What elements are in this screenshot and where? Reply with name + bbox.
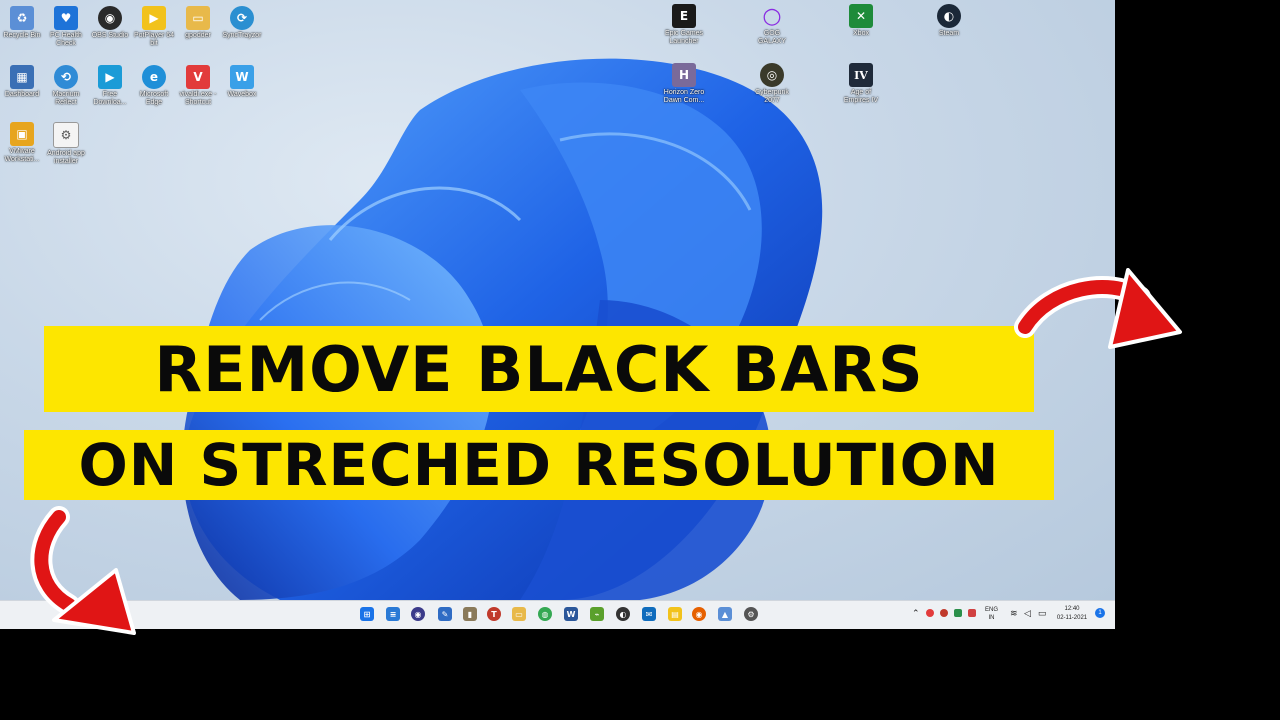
download-icon: ▶: [98, 65, 122, 89]
tray-app-icon[interactable]: [926, 609, 934, 617]
clock[interactable]: 12:40 02-11-2021: [1052, 605, 1092, 623]
desktop-icon-synctrayzor[interactable]: ⟳ SyncTrayzor: [220, 6, 264, 40]
language-indicator[interactable]: ENG IN: [985, 606, 998, 622]
steam-icon: ◐: [937, 4, 961, 28]
desktop-icon-cyberpunk[interactable]: ◎ Cyberpunk 2077: [750, 63, 794, 105]
desktop-icon-vivaldi[interactable]: V vivaldi.exe - Shortcut: [176, 65, 220, 107]
dashboard-icon: ▦: [10, 65, 34, 89]
feed-icon[interactable]: ⌁: [590, 607, 604, 621]
desktop-icon-pc-health-check[interactable]: ♥ PC Health Check: [44, 6, 88, 48]
horizon-icon: H: [672, 63, 696, 87]
desktop-icon-gog-galaxy[interactable]: ○ GOG GALAXY: [750, 4, 794, 46]
desktop-icon-gpodder[interactable]: ▭ gpodder: [176, 6, 220, 40]
file-explorer-icon[interactable]: ▭: [512, 607, 526, 621]
firefox-icon[interactable]: ◉: [692, 607, 706, 621]
desktop-icon-age-of-empires[interactable]: IV Age of Empires IV: [839, 63, 883, 105]
vivaldi-icon: V: [186, 65, 210, 89]
chrome-icon[interactable]: ◍: [538, 607, 552, 621]
tray-app-icon[interactable]: [940, 609, 948, 617]
windows-start-icon[interactable]: ⊞: [360, 607, 374, 621]
github-icon[interactable]: ◐: [616, 607, 630, 621]
cyberpunk-icon: ◎: [760, 63, 784, 87]
mail-icon[interactable]: ✉: [642, 607, 656, 621]
wifi-icon[interactable]: ≋: [1010, 608, 1018, 619]
desktop-icon-obs-studio[interactable]: ◉ OBS Studio: [88, 6, 132, 40]
tray-chevron-up-icon[interactable]: ⌃: [912, 608, 920, 619]
app-box-icon[interactable]: ▮: [463, 607, 477, 621]
sync-icon: ⟳: [230, 6, 254, 30]
notepad-icon[interactable]: ≡: [386, 607, 400, 621]
photos-icon[interactable]: ▲: [718, 607, 732, 621]
epic-games-icon: E: [672, 4, 696, 28]
desktop-icon-free-download[interactable]: ▶ Free Downloa...: [88, 65, 132, 107]
gog-icon: ○: [762, 3, 782, 29]
red-arrow-right-icon: [1014, 268, 1182, 349]
notification-badge[interactable]: 1: [1095, 608, 1105, 618]
pc-health-icon: ♥: [54, 6, 78, 30]
settings-icon[interactable]: ⚙: [744, 607, 758, 621]
pen-app-icon[interactable]: ✎: [438, 607, 452, 621]
desktop-icon-microsoft-edge[interactable]: e Microsoft Edge: [132, 65, 176, 107]
xbox-icon: ✕: [849, 4, 873, 28]
desktop-icon-android-installer[interactable]: ⚙ Android app installer: [44, 122, 88, 166]
desktop-icon-xbox[interactable]: ✕ Xbox: [839, 4, 883, 38]
red-arrow-down-icon: [30, 506, 136, 635]
edge-icon: e: [142, 65, 166, 89]
wavebox-icon: W: [230, 65, 254, 89]
desktop-icon-epic-games[interactable]: E Epic Games Launcher: [662, 4, 706, 46]
volume-icon[interactable]: ◁: [1024, 608, 1031, 619]
desktop: ♻ Recycle Bin ♥ PC Health Check ◉ OBS St…: [0, 0, 1115, 600]
tray-app-icon[interactable]: [968, 609, 976, 617]
macrium-icon: ⟲: [54, 65, 78, 89]
notes-icon[interactable]: ▤: [668, 607, 682, 621]
word-icon[interactable]: W: [564, 607, 578, 621]
desktop-icon-potplayer[interactable]: ▶ PotPlayer 64 bit: [132, 6, 176, 48]
title-banner-line2: ON STRECHED RESOLUTION: [24, 430, 1054, 500]
recycle-bin-icon: ♻: [10, 6, 34, 30]
desktop-icon-wavebox[interactable]: W Wavebox: [220, 65, 264, 99]
app-lock-icon[interactable]: ◉: [411, 607, 425, 621]
desktop-icon-horizon-zero-dawn[interactable]: H Horizon Zero Dawn Com...: [662, 63, 706, 105]
battery-icon[interactable]: ▭: [1038, 608, 1047, 619]
vmware-icon: ▣: [10, 122, 34, 146]
title-banner-line1: REMOVE BLACK BARS: [44, 326, 1034, 412]
obs-icon: ◉: [98, 6, 122, 30]
desktop-icon-macrium-reflect[interactable]: ⟲ Macrium Reflect: [44, 65, 88, 107]
desktop-icon-steam[interactable]: ◐ Steam: [927, 4, 971, 38]
taskbar: ⊞ ≡ ◉ ✎ ▮ T ▭ ◍ W ⌁ ◐ ✉ ▤ ◉ ▲ ⚙ ⌃ ENG IN…: [0, 600, 1115, 629]
desktop-icon-dashboard[interactable]: ▦ Dashboard: [0, 65, 44, 99]
desktop-icon-recycle-bin[interactable]: ♻ Recycle Bin: [0, 6, 44, 40]
desktop-icon-vmware[interactable]: ▣ VMware Workstati...: [0, 122, 44, 164]
folder-icon: ▭: [186, 6, 210, 30]
tray-app-icon[interactable]: [954, 609, 962, 617]
t-app-icon[interactable]: T: [487, 607, 501, 621]
android-installer-icon: ⚙: [53, 122, 79, 148]
aoe-icon: IV: [849, 63, 873, 87]
potplayer-icon: ▶: [142, 6, 166, 30]
